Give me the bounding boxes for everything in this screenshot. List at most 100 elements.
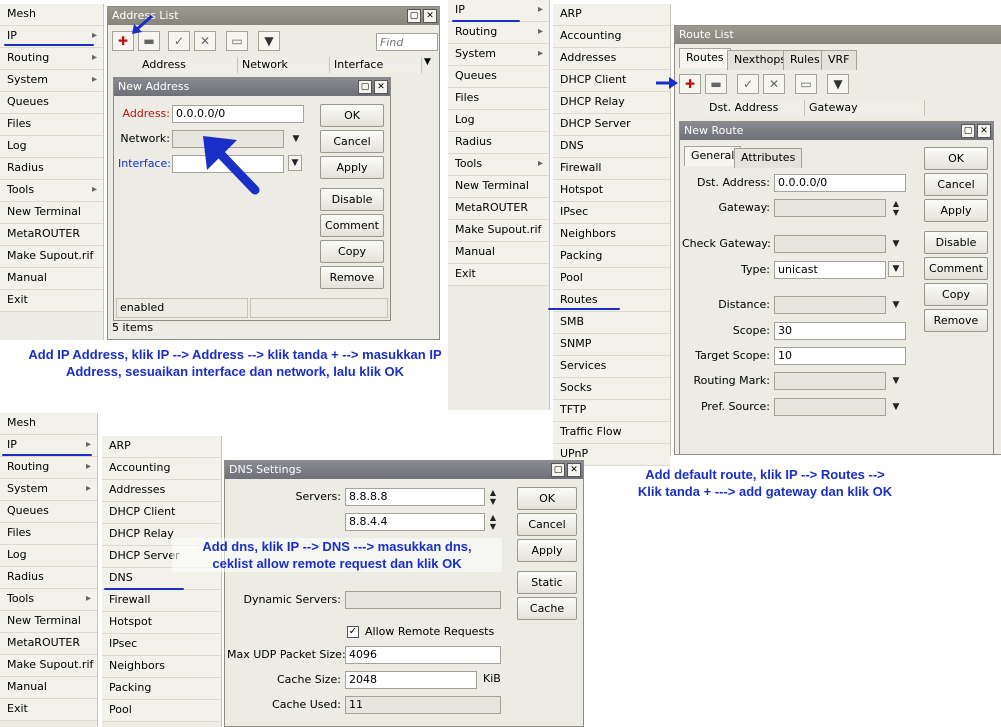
ok-button[interactable]: OK xyxy=(517,487,577,510)
menu-item-log[interactable]: Log xyxy=(0,545,97,567)
type-select[interactable]: unicast xyxy=(774,261,886,279)
close-button[interactable]: ✕ xyxy=(374,80,388,94)
menu-item-make-supout-rif[interactable]: Make Supout.rif xyxy=(0,246,103,268)
gateway-input[interactable] xyxy=(774,199,886,217)
menu-item-routing[interactable]: Routing ▸ xyxy=(0,48,103,70)
copy-button[interactable]: Copy xyxy=(924,283,988,306)
column-menu-icon[interactable]: ▼ xyxy=(424,57,431,67)
menu-item-system[interactable]: System ▸ xyxy=(0,70,103,92)
dst-address-input[interactable]: 0.0.0.0/0 xyxy=(774,174,906,192)
check-gateway-dropdown-icon[interactable]: ▼ xyxy=(890,235,902,253)
menu-item-files[interactable]: Files xyxy=(0,523,97,545)
enable-button[interactable]: ✓ xyxy=(737,74,759,94)
check-gateway-select[interactable] xyxy=(774,235,886,253)
menu-item-ipsec[interactable]: IPsec xyxy=(553,202,670,224)
menu-item-socks[interactable]: Socks xyxy=(553,378,670,400)
menu-item-queues[interactable]: Queues xyxy=(0,501,97,523)
menu-item-hotspot[interactable]: Hotspot xyxy=(102,612,221,634)
static-button[interactable]: Static xyxy=(517,571,577,594)
menu-item-manual[interactable]: Manual xyxy=(448,242,549,264)
routing-mark-select[interactable] xyxy=(774,372,886,390)
menu-item-system[interactable]: System ▸ xyxy=(448,44,549,66)
maximize-button[interactable]: ▢ xyxy=(551,463,565,477)
enable-button[interactable]: ✓ xyxy=(168,31,190,51)
comment-button[interactable]: Comment xyxy=(320,214,384,237)
remove-button[interactable]: ▬ xyxy=(705,74,727,94)
menu-item-routing[interactable]: Routing ▸ xyxy=(0,457,97,479)
close-button[interactable]: ✕ xyxy=(423,9,437,23)
close-button[interactable]: ✕ xyxy=(567,463,581,477)
gateway-spinner-icon[interactable]: ▲ ▼ xyxy=(890,199,902,217)
menu-item-make-supout-rif[interactable]: Make Supout.rif xyxy=(0,655,97,677)
menu-item-log[interactable]: Log xyxy=(448,110,549,132)
tab-general[interactable]: General xyxy=(684,146,742,166)
menu-item-dhcp-client[interactable]: DHCP Client xyxy=(553,70,670,92)
menu-item-metarouter[interactable]: MetaROUTER xyxy=(0,224,103,246)
apply-button[interactable]: Apply xyxy=(320,156,384,179)
filter-button[interactable]: ▼ xyxy=(258,31,280,51)
menu-item-metarouter[interactable]: MetaROUTER xyxy=(448,198,549,220)
menu-item-accounting[interactable]: Accounting xyxy=(553,26,670,48)
cancel-button[interactable]: Cancel xyxy=(517,513,577,536)
tab-vrf[interactable]: VRF xyxy=(821,50,857,70)
menu-item-exit[interactable]: Exit xyxy=(0,290,103,312)
allow-remote-checkbox[interactable]: ✓ xyxy=(347,626,359,638)
max-udp-input[interactable]: 4096 xyxy=(345,646,501,664)
menu-item-new-terminal[interactable]: New Terminal xyxy=(448,176,549,198)
server2-spinner-icon[interactable]: ▲ ▼ xyxy=(487,513,499,531)
tab-routes[interactable]: Routes xyxy=(679,48,731,68)
remove-button[interactable]: Remove xyxy=(320,266,384,289)
target-scope-input[interactable]: 10 xyxy=(774,347,906,365)
menu-item-firewall[interactable]: Firewall xyxy=(553,158,670,180)
close-button[interactable]: ✕ xyxy=(977,124,991,138)
copy-button[interactable]: Copy xyxy=(320,240,384,263)
menu-item-dhcp-client[interactable]: DHCP Client xyxy=(102,502,221,524)
menu-item-neighbors[interactable]: Neighbors xyxy=(102,656,221,678)
routing-mark-dropdown-icon[interactable]: ▼ xyxy=(890,372,902,390)
menu-item-log[interactable]: Log xyxy=(0,136,103,158)
scope-input[interactable]: 30 xyxy=(774,322,906,340)
menu-item-metarouter[interactable]: MetaROUTER xyxy=(0,633,97,655)
server1-input[interactable]: 8.8.8.8 xyxy=(345,488,485,506)
menu-item-dhcp-relay[interactable]: DHCP Relay xyxy=(553,92,670,114)
server1-spinner-icon[interactable]: ▲ ▼ xyxy=(487,488,499,506)
ok-button[interactable]: OK xyxy=(924,147,988,170)
interface-dropdown-icon[interactable]: ▼ xyxy=(288,155,302,171)
menu-item-addresses[interactable]: Addresses xyxy=(553,48,670,70)
menu-item-manual[interactable]: Manual xyxy=(0,268,103,290)
menu-item-pool[interactable]: Pool xyxy=(102,700,221,722)
disable-button[interactable]: ✕ xyxy=(763,74,785,94)
menu-item-system[interactable]: System ▸ xyxy=(0,479,97,501)
menu-item-files[interactable]: Files xyxy=(0,114,103,136)
menu-item-queues[interactable]: Queues xyxy=(0,92,103,114)
cache-size-input[interactable]: 2048 xyxy=(345,671,477,689)
menu-item-radius[interactable]: Radius xyxy=(0,567,97,589)
menu-item-pool[interactable]: Pool xyxy=(553,268,670,290)
menu-item-new-terminal[interactable]: New Terminal xyxy=(0,611,97,633)
maximize-button[interactable]: ▢ xyxy=(358,80,372,94)
menu-item-mesh[interactable]: Mesh xyxy=(0,413,97,435)
menu-item-manual[interactable]: Manual xyxy=(0,677,97,699)
menu-item-tools[interactable]: Tools ▸ xyxy=(448,154,549,176)
remove-button[interactable]: Remove xyxy=(924,309,988,332)
tab-attributes[interactable]: Attributes xyxy=(734,148,803,168)
new-route-title[interactable]: New Route xyxy=(680,122,993,140)
menu-item-ipsec[interactable]: IPsec xyxy=(102,634,221,656)
address-list-title[interactable]: Address List xyxy=(108,7,439,25)
menu-item-snmp[interactable]: SNMP xyxy=(553,334,670,356)
menu-item-arp[interactable]: ARP xyxy=(553,4,670,26)
apply-button[interactable]: Apply xyxy=(924,199,988,222)
menu-item-services[interactable]: Services xyxy=(553,356,670,378)
network-dropdown-icon[interactable]: ▼ xyxy=(290,130,302,148)
menu-item-routing[interactable]: Routing ▸ xyxy=(448,22,549,44)
menu-item-new-terminal[interactable]: New Terminal xyxy=(0,202,103,224)
cache-button[interactable]: Cache xyxy=(517,597,577,620)
menu-item-tools[interactable]: Tools ▸ xyxy=(0,180,103,202)
menu-item-accounting[interactable]: Accounting xyxy=(102,458,221,480)
menu-item-hotspot[interactable]: Hotspot xyxy=(553,180,670,202)
menu-item-firewall[interactable]: Firewall xyxy=(102,590,221,612)
column-network[interactable]: Network xyxy=(238,57,330,73)
distance-input[interactable] xyxy=(774,296,886,314)
menu-item-smb[interactable]: SMB xyxy=(553,312,670,334)
cancel-button[interactable]: Cancel xyxy=(924,173,988,196)
